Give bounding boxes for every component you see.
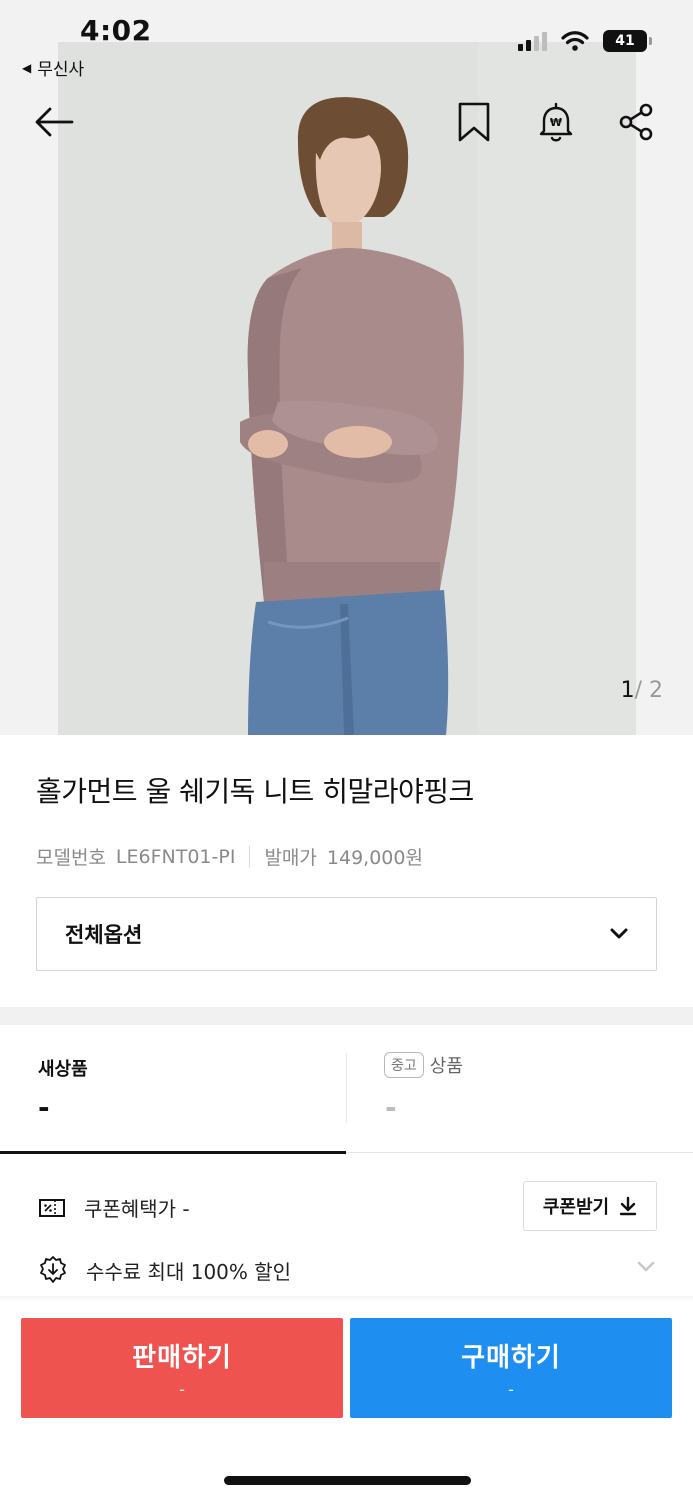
won-bell-icon: ₩ xyxy=(539,102,573,142)
product-photo[interactable] xyxy=(58,42,636,735)
buy-button[interactable]: 구매하기 - xyxy=(350,1318,672,1418)
release-price-label: 발매가 xyxy=(264,847,317,869)
section-divider xyxy=(0,1007,693,1025)
sell-button-label: 판매하기 xyxy=(132,1343,232,1373)
model-wearing-sweater-illustration xyxy=(58,42,636,735)
active-tab-indicator xyxy=(0,1151,346,1154)
status-time: 4:02 xyxy=(80,14,152,47)
tab-used-product[interactable]: 중고 상품 - xyxy=(347,1025,693,1153)
used-chip: 중고 xyxy=(384,1052,424,1078)
bookmark-icon xyxy=(458,102,490,142)
chevron-down-icon[interactable] xyxy=(636,1260,656,1274)
arrow-left-icon xyxy=(35,107,74,137)
product-image-gallery[interactable]: 4:02 ◀ 무신사 41 ₩ 1/ 2 xyxy=(0,0,693,735)
model-number-label: 모델번호 xyxy=(36,847,106,869)
tab-new-product[interactable]: 새상품 - xyxy=(0,1025,346,1154)
option-selector-label: 전체옵션 xyxy=(65,923,143,947)
status-indicators: 41 xyxy=(518,30,652,52)
tab-new-label: 새상품 xyxy=(38,1059,88,1080)
bookmark-button[interactable] xyxy=(452,100,496,144)
buy-button-price: - xyxy=(508,1380,514,1399)
download-icon xyxy=(619,1196,637,1216)
sell-button-price: - xyxy=(179,1380,185,1399)
svg-text:₩: ₩ xyxy=(550,116,562,129)
condition-tabs: 새상품 - 중고 상품 - xyxy=(0,1025,693,1154)
fee-discount-row[interactable]: 수수료 최대 100% 할인 xyxy=(38,1255,291,1285)
gallery-page-counter: 1/ 2 xyxy=(621,678,663,703)
sell-button[interactable]: 판매하기 - xyxy=(21,1318,343,1418)
tab-new-price: - xyxy=(38,1091,50,1124)
option-selector[interactable]: 전체옵션 xyxy=(36,897,657,971)
gallery-separator: / xyxy=(634,678,642,703)
gallery-total-pages: 2 xyxy=(649,678,663,703)
coupon-benefit-text: 쿠폰혜택가 - xyxy=(84,1197,190,1221)
product-meta: 모델번호 LE6FNT01-PI 발매가 149,000원 xyxy=(36,843,423,870)
product-title: 홀가먼트 울 쉐기독 니트 히말라야핑크 xyxy=(36,775,474,808)
cellular-signal-icon xyxy=(518,31,547,51)
gallery-current-page: 1 xyxy=(620,678,635,703)
battery-icon: 41 xyxy=(603,30,652,52)
tab-used-name: 중고 상품 xyxy=(384,1052,463,1078)
share-icon xyxy=(619,103,653,141)
fee-discount-text: 수수료 최대 100% 할인 xyxy=(86,1259,292,1284)
back-button[interactable] xyxy=(32,100,76,144)
home-indicator[interactable] xyxy=(224,1476,471,1485)
meta-divider xyxy=(249,845,251,868)
coupon-icon xyxy=(39,1198,65,1217)
back-app-label: 무신사 xyxy=(37,60,85,80)
share-button[interactable] xyxy=(614,100,658,144)
triangle-left-icon: ◀ xyxy=(22,60,32,75)
chevron-down-icon xyxy=(610,928,628,939)
get-coupon-label: 쿠폰받기 xyxy=(542,1197,610,1218)
get-coupon-button[interactable]: 쿠폰받기 xyxy=(523,1181,657,1231)
tab-used-price: - xyxy=(385,1091,397,1124)
discount-badge-icon xyxy=(40,1256,66,1283)
bottom-bar-shadow xyxy=(0,1296,693,1302)
release-price-value: 149,000원 xyxy=(326,847,423,869)
tab-used-label: 상품 xyxy=(429,1056,463,1077)
coupon-benefit-row: 쿠폰혜택가 - xyxy=(38,1193,190,1222)
wifi-icon xyxy=(561,31,589,51)
back-to-app[interactable]: ◀ 무신사 xyxy=(22,55,84,80)
buy-button-label: 구매하기 xyxy=(461,1343,561,1373)
model-number-value: LE6FNT01-PI xyxy=(115,845,236,868)
price-alert-button[interactable]: ₩ xyxy=(534,100,578,144)
